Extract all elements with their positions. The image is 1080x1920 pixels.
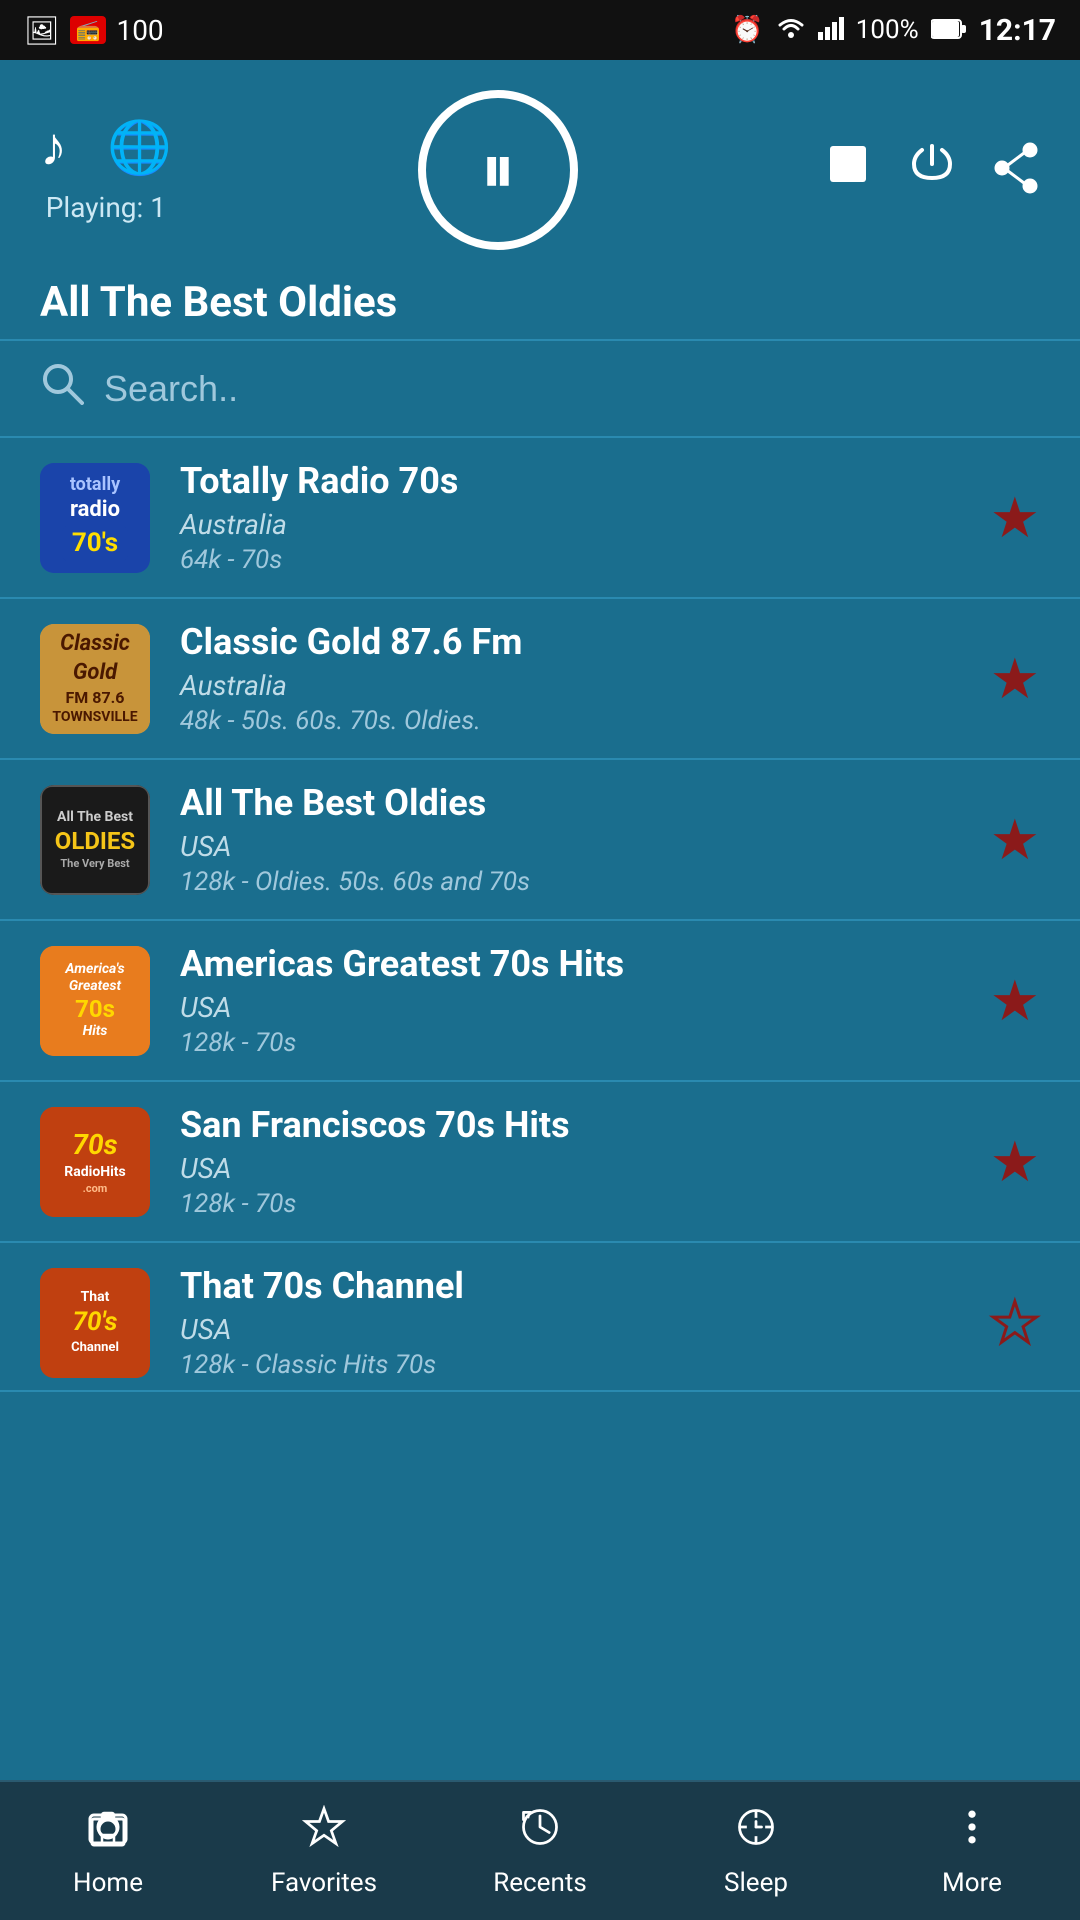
station-item[interactable]: That 70's Channel That 70s Channel USA 1… (0, 1243, 1080, 1392)
status-left: 🖼 📻 100 (24, 14, 164, 47)
station-logo: All The Best OLDIES The Very Best (40, 785, 150, 895)
globe-icon[interactable]: 🌐 (107, 117, 172, 178)
station-logo: Classic Gold FM 87.6 TOWNSVILLE (40, 624, 150, 734)
favorites-icon (302, 1805, 346, 1860)
station-item[interactable]: All The Best OLDIES The Very Best All Th… (0, 760, 1080, 921)
nav-more[interactable]: More (864, 1805, 1080, 1898)
sleep-icon (734, 1805, 778, 1860)
search-bar (0, 341, 1080, 438)
status-right: ⏰ 100% 12:17 (731, 13, 1056, 48)
station-info: All The Best Oldies USA 128k - Oldies. 5… (180, 782, 960, 897)
bottom-nav: Home Favorites Recents (0, 1780, 1080, 1920)
pause-icon: ⏸ (480, 135, 515, 205)
photo-icon: 🖼 (24, 14, 60, 47)
power-button[interactable] (908, 140, 956, 201)
time-label: 12:17 (979, 13, 1056, 48)
favorite-star[interactable]: ★ (990, 646, 1040, 712)
station-country: Australia (180, 508, 960, 541)
station-item[interactable]: 70s RadioHits .com San Franciscos 70s Hi… (0, 1082, 1080, 1243)
station-name: San Franciscos 70s Hits (180, 1104, 960, 1146)
home-label: Home (73, 1868, 143, 1898)
station-name: Classic Gold 87.6 Fm (180, 621, 960, 663)
station-name: All The Best Oldies (180, 782, 960, 824)
share-button[interactable] (992, 142, 1040, 198)
station-logo: America's Greatest 70s Hits (40, 946, 150, 1056)
station-meta: 128k - Oldies. 50s. 60s and 70s (180, 867, 960, 897)
now-playing-section: All The Best Oldies (0, 260, 1080, 339)
station-meta: 64k - 70s (180, 545, 960, 575)
battery-icon (931, 14, 967, 47)
station-meta: 128k - Classic Hits 70s (180, 1350, 960, 1380)
station-meta: 128k - 70s (180, 1028, 960, 1058)
favorites-label: Favorites (271, 1868, 377, 1898)
battery-percent: 100% (856, 15, 919, 45)
pause-button[interactable]: ⏸ (418, 90, 578, 250)
counter-label: 100 (116, 14, 163, 47)
station-logo: That 70's Channel (40, 1268, 150, 1378)
station-item[interactable]: Classic Gold FM 87.6 TOWNSVILLE Classic … (0, 599, 1080, 760)
now-playing-title: All The Best Oldies (40, 278, 1040, 327)
status-bar: 🖼 📻 100 ⏰ 100% (0, 0, 1080, 60)
more-icon (950, 1805, 994, 1860)
sleep-label: Sleep (724, 1868, 788, 1898)
station-country: USA (180, 830, 960, 863)
favorite-star[interactable]: ★ (990, 807, 1040, 873)
player-left: ♪ 🌐 Playing: 1 (40, 116, 172, 224)
station-country: USA (180, 991, 960, 1024)
player-right (824, 140, 1040, 201)
station-info: San Franciscos 70s Hits USA 128k - 70s (180, 1104, 960, 1219)
station-info: That 70s Channel USA 128k - Classic Hits… (180, 1265, 960, 1380)
station-info: Totally Radio 70s Australia 64k - 70s (180, 460, 960, 575)
favorite-star[interactable]: ★ (990, 1290, 1040, 1356)
favorite-star[interactable]: ★ (990, 485, 1040, 551)
search-icon (40, 361, 84, 416)
stop-button[interactable] (824, 140, 872, 201)
recents-icon (518, 1805, 562, 1860)
station-meta: 128k - 70s (180, 1189, 960, 1219)
station-name: Totally Radio 70s (180, 460, 960, 502)
nav-sleep[interactable]: Sleep (648, 1805, 864, 1898)
wifi-icon (776, 14, 806, 47)
station-info: Americas Greatest 70s Hits USA 128k - 70… (180, 943, 960, 1058)
signal-icon (818, 14, 844, 47)
station-item[interactable]: America's Greatest 70s Hits Americas Gre… (0, 921, 1080, 1082)
nav-recents[interactable]: Recents (432, 1805, 648, 1898)
station-country: USA (180, 1313, 960, 1346)
station-item[interactable]: totally radio 70's Totally Radio 70s Aus… (0, 438, 1080, 599)
station-logo: 70s RadioHits .com (40, 1107, 150, 1217)
alarm-icon: ⏰ (731, 15, 763, 45)
home-icon (86, 1805, 130, 1860)
app-icon: 📻 (70, 16, 107, 44)
nav-favorites[interactable]: Favorites (216, 1805, 432, 1898)
station-name: Americas Greatest 70s Hits (180, 943, 960, 985)
station-name: That 70s Channel (180, 1265, 960, 1307)
music-icon[interactable]: ♪ (40, 116, 67, 179)
favorite-star[interactable]: ★ (990, 968, 1040, 1034)
station-country: USA (180, 1152, 960, 1185)
nav-home[interactable]: Home (0, 1805, 216, 1898)
station-info: Classic Gold 87.6 Fm Australia 48k - 50s… (180, 621, 960, 736)
station-meta: 48k - 50s. 60s. 70s. Oldies. (180, 706, 960, 736)
playing-label: Playing: 1 (46, 191, 166, 224)
recents-label: Recents (493, 1868, 587, 1898)
more-label: More (942, 1868, 1002, 1898)
station-logo: totally radio 70's (40, 463, 150, 573)
favorite-star[interactable]: ★ (990, 1129, 1040, 1195)
station-country: Australia (180, 669, 960, 702)
station-list: totally radio 70's Totally Radio 70s Aus… (0, 438, 1080, 1392)
search-input[interactable] (104, 368, 1040, 410)
player-header: ♪ 🌐 Playing: 1 ⏸ (0, 60, 1080, 260)
